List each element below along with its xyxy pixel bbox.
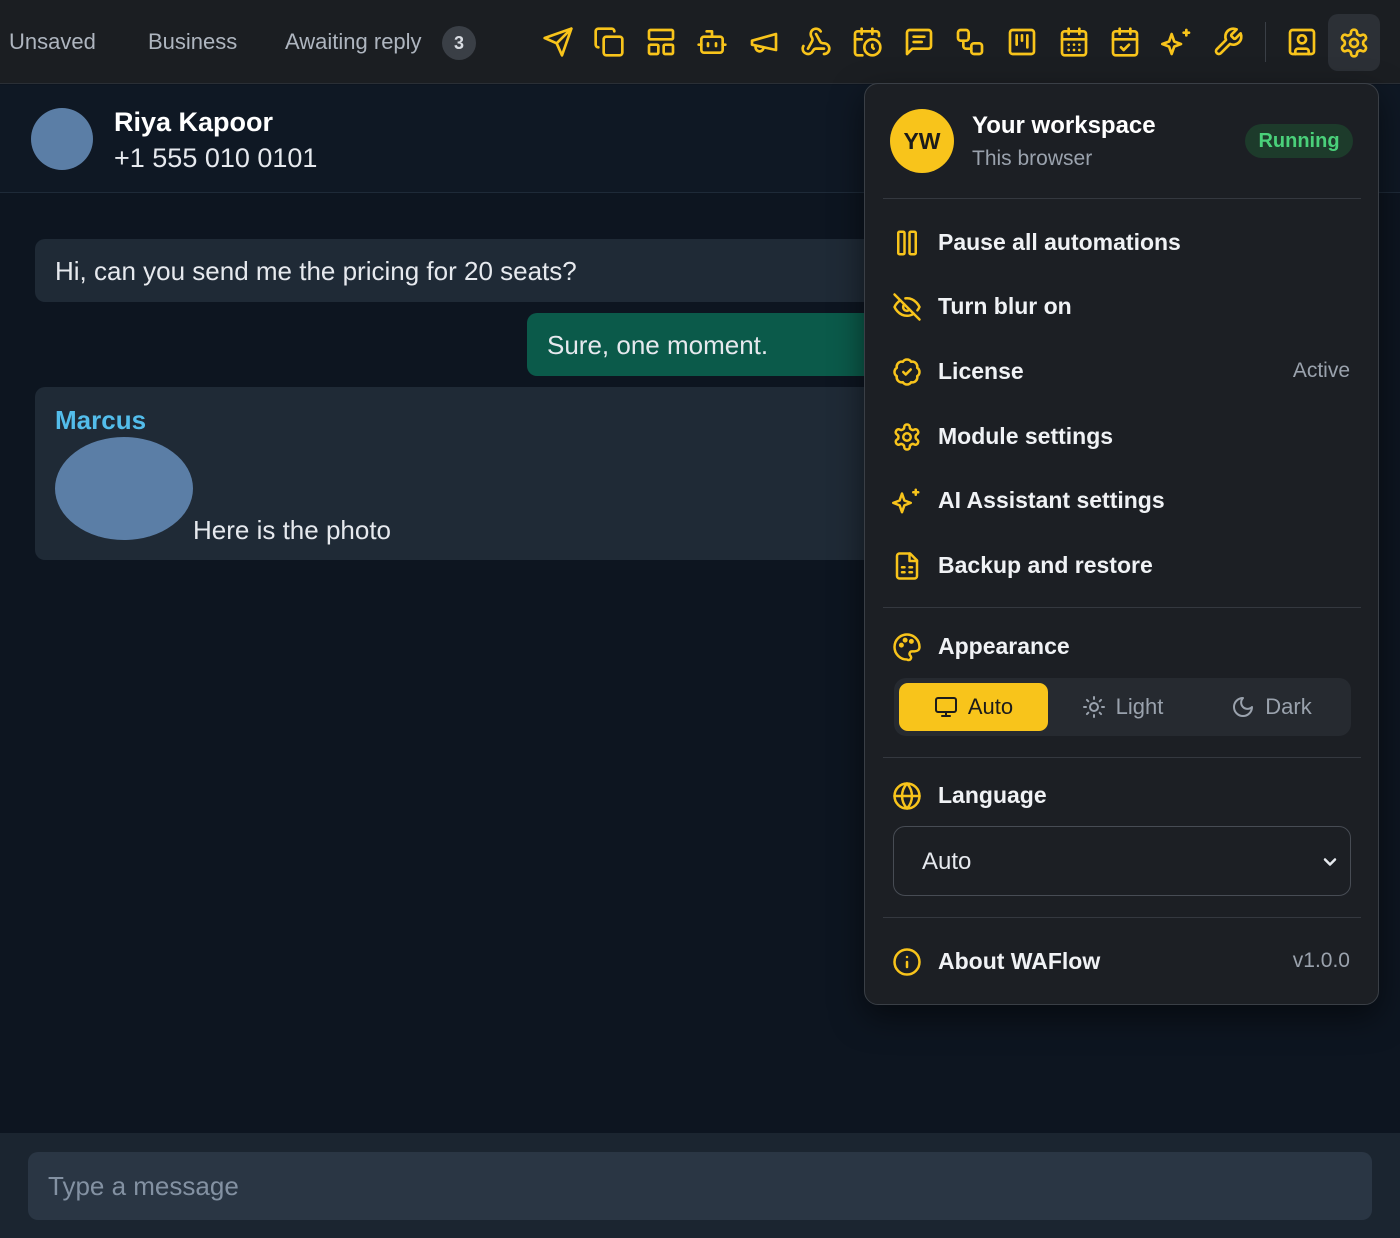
menu-item-pause-automations[interactable]: Pause all automations: [865, 213, 1378, 273]
language-heading: Language: [865, 766, 1378, 826]
menu-item-license[interactable]: License Active: [865, 342, 1378, 402]
filter-business[interactable]: Business: [148, 0, 237, 84]
message-input[interactable]: [28, 1152, 1372, 1220]
language-selected-value: Auto: [922, 848, 972, 875]
eye-off-icon: [892, 292, 922, 322]
filter-awaiting-reply[interactable]: Awaiting reply: [285, 0, 422, 84]
message-square-icon[interactable]: [898, 21, 940, 63]
menu-item-label: Module settings: [938, 423, 1114, 449]
awaiting-reply-count-badge: 3: [442, 26, 476, 60]
photo-caption: Here is the photo: [193, 515, 392, 545]
chevron-down-icon: [1323, 858, 1337, 866]
language-select[interactable]: Auto: [893, 826, 1351, 896]
kanban-icon[interactable]: [1001, 21, 1043, 63]
appearance-option-label: Dark: [1265, 694, 1312, 719]
workspace-avatar: YW: [890, 109, 954, 173]
sparkles-icon: [892, 486, 922, 516]
menu-divider: [883, 607, 1361, 608]
sparkles-icon[interactable]: [1156, 21, 1198, 63]
contact-icon[interactable]: [1281, 21, 1323, 63]
contact-name: Riya Kapoor: [114, 107, 274, 137]
photo-thumbnail[interactable]: [55, 437, 193, 540]
menu-item-about[interactable]: About WAFlow v1.0.0: [865, 932, 1378, 992]
message-text: Hi, can you send me the pricing for 20 s…: [55, 256, 577, 286]
calendar-grid-icon[interactable]: [1053, 21, 1095, 63]
appearance-option-label: Auto: [967, 694, 1014, 719]
calendar-check-icon[interactable]: [1104, 21, 1146, 63]
workspace-status-badge: Running: [1245, 124, 1353, 158]
menu-item-label: About WAFlow: [938, 948, 1101, 974]
globe-icon: [892, 781, 922, 811]
layout-icon[interactable]: [640, 21, 682, 63]
copy-icon[interactable]: [588, 21, 630, 63]
language-label: Language: [938, 782, 1047, 808]
badge-check-icon: [892, 357, 922, 387]
appearance-auto-button[interactable]: Auto: [899, 683, 1048, 731]
workspace-title: Your workspace: [972, 112, 1156, 139]
message-sender: Marcus: [55, 405, 147, 435]
gear-icon: [892, 422, 922, 452]
megaphone-icon[interactable]: [743, 21, 785, 63]
appearance-light-button[interactable]: Light: [1048, 683, 1197, 731]
menu-divider: [883, 917, 1361, 918]
contact-phone: +1 555 010 0101: [114, 143, 318, 173]
menu-divider: [883, 198, 1361, 199]
top-toolbar: Unsaved Business Awaiting reply 3: [0, 0, 1400, 84]
app-version: v1.0.0: [1292, 949, 1350, 972]
sun-icon: [1082, 696, 1105, 718]
appearance-option-label: Light: [1115, 694, 1164, 719]
filter-unsaved[interactable]: Unsaved: [9, 0, 96, 84]
appearance-heading: Appearance: [865, 617, 1378, 677]
menu-item-turn-blur-on[interactable]: Turn blur on: [865, 277, 1378, 337]
menu-item-ai-assistant-settings[interactable]: AI Assistant settings: [865, 471, 1378, 531]
message-incoming: Hi, can you send me the pricing for 20 s…: [35, 239, 935, 302]
menu-item-backup-restore[interactable]: Backup and restore: [865, 536, 1378, 596]
settings-menu: YW Your workspace This browser Running P…: [864, 83, 1379, 1005]
menu-item-label: Pause all automations: [938, 229, 1181, 255]
send-icon[interactable]: [537, 21, 579, 63]
workflow-icon[interactable]: [949, 21, 991, 63]
message-photo: Marcus Here is the photo: [35, 387, 935, 560]
menu-item-label: Turn blur on: [938, 293, 1072, 319]
calendar-clock-icon[interactable]: [846, 21, 888, 63]
menu-item-label: Backup and restore: [938, 552, 1153, 578]
webhook-icon[interactable]: [795, 21, 837, 63]
palette-icon: [892, 632, 922, 662]
gear-icon[interactable]: [1328, 14, 1380, 71]
license-status: Active: [1292, 359, 1350, 382]
bot-icon[interactable]: [691, 21, 733, 63]
menu-divider: [883, 757, 1361, 758]
wrench-icon[interactable]: [1207, 21, 1249, 63]
appearance-dark-button[interactable]: Dark: [1197, 683, 1346, 731]
file-spreadsheet-icon: [892, 551, 922, 581]
monitor-icon: [934, 697, 957, 717]
menu-item-label: License: [938, 358, 1024, 384]
info-icon: [892, 947, 922, 977]
toolbar-divider: [1265, 22, 1266, 62]
message-text: Sure, one moment.: [547, 330, 769, 360]
moon-icon: [1233, 697, 1254, 717]
appearance-toggle: Auto Light Dark: [894, 678, 1351, 736]
appearance-label: Appearance: [938, 633, 1070, 659]
menu-item-label: AI Assistant settings: [938, 487, 1165, 513]
composer-area: [0, 1133, 1400, 1238]
contact-avatar[interactable]: [31, 108, 93, 170]
menu-item-module-settings[interactable]: Module settings: [865, 407, 1378, 467]
workspace-subtitle: This browser: [972, 147, 1093, 170]
pause-icon: [892, 228, 922, 258]
